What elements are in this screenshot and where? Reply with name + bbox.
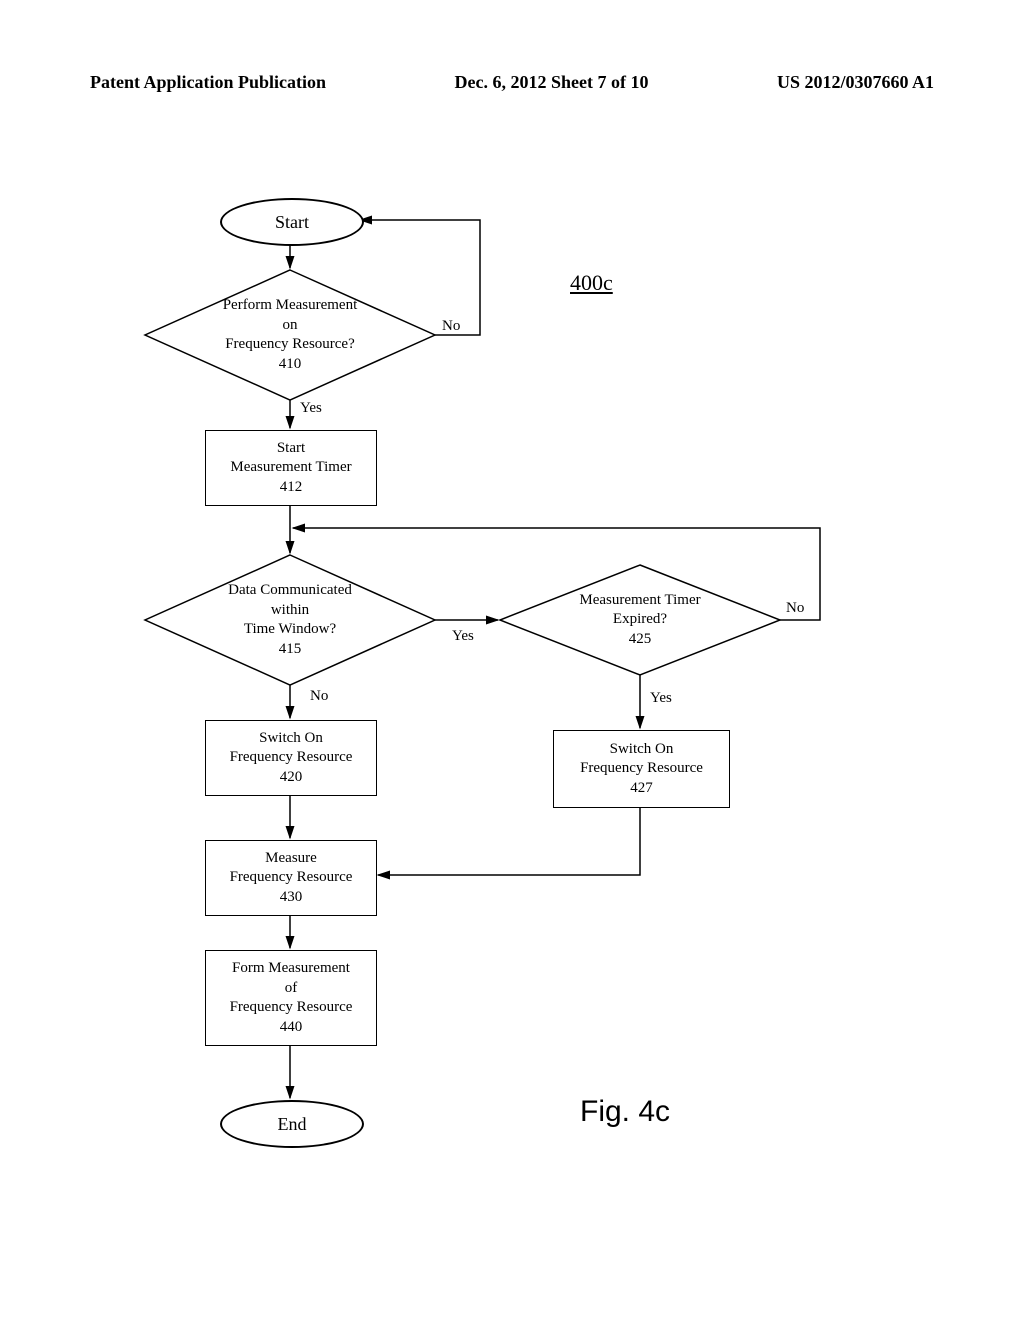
d410-line3: Frequency Resource? [225, 336, 355, 352]
b440-line1: Form Measurement [232, 960, 350, 976]
b420-line3: 420 [280, 769, 303, 785]
b427-line3: 427 [630, 780, 653, 796]
b420-line2: Frequency Resource [230, 749, 353, 765]
d410-line4: 410 [279, 356, 302, 372]
b430-line1: Measure [265, 850, 317, 866]
b412-line3: 412 [280, 479, 303, 495]
process-430: Measure Frequency Resource 430 [205, 840, 377, 916]
d425-line2: Expired? [613, 611, 667, 627]
d415-line1: Data Communicated [228, 582, 352, 598]
decision-425: Measurement Timer Expired? 425 [500, 565, 780, 675]
process-420: Switch On Frequency Resource 420 [205, 720, 377, 796]
page-header: Patent Application Publication Dec. 6, 2… [90, 72, 934, 93]
d410-no-label: No [442, 318, 460, 335]
d410-line2: on [282, 317, 297, 333]
d415-line2: within [271, 602, 309, 618]
d415-line3: Time Window? [244, 621, 336, 637]
b430-line2: Frequency Resource [230, 869, 353, 885]
b412-line1: Start [277, 440, 305, 456]
b412-line2: Measurement Timer [230, 459, 351, 475]
b430-line3: 430 [280, 889, 303, 905]
decision-410: Perform Measurement on Frequency Resourc… [145, 270, 435, 400]
header-middle: Dec. 6, 2012 Sheet 7 of 10 [455, 72, 649, 93]
b440-line3: Frequency Resource [230, 999, 353, 1015]
page: Patent Application Publication Dec. 6, 2… [0, 0, 1024, 1320]
d415-no-label: No [310, 688, 328, 705]
b440-line4: 440 [280, 1019, 303, 1035]
b427-line1: Switch On [610, 741, 674, 757]
b440-line2: of [285, 980, 298, 996]
b420-line1: Switch On [259, 730, 323, 746]
d410-line1: Perform Measurement [223, 297, 358, 313]
d425-yes-label: Yes [650, 690, 672, 707]
process-427: Switch On Frequency Resource 427 [553, 730, 730, 808]
end-node: End [220, 1100, 364, 1148]
d415-line4: 415 [279, 641, 302, 657]
d425-no-label: No [786, 600, 804, 617]
header-right: US 2012/0307660 A1 [777, 72, 934, 93]
d425-line3: 425 [629, 631, 652, 647]
decision-415: Data Communicated within Time Window? 41… [145, 555, 435, 685]
figure-label: Fig. 4c [580, 1095, 670, 1129]
end-label: End [278, 1114, 307, 1135]
header-left: Patent Application Publication [90, 72, 326, 93]
process-412: Start Measurement Timer 412 [205, 430, 377, 506]
start-label: Start [275, 212, 309, 233]
start-node: Start [220, 198, 364, 246]
diagram-title: 400c [570, 270, 613, 296]
b427-line2: Frequency Resource [580, 760, 703, 776]
d415-yes-label: Yes [452, 628, 474, 645]
process-440: Form Measurement of Frequency Resource 4… [205, 950, 377, 1046]
d425-line1: Measurement Timer [579, 592, 700, 608]
d410-yes-label: Yes [300, 400, 322, 417]
